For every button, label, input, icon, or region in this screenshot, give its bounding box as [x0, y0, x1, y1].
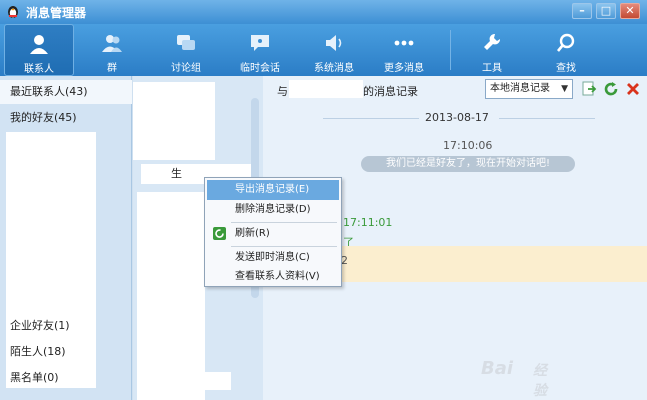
tool-tools[interactable]: 工具 — [462, 24, 522, 76]
contact-list-box — [137, 192, 205, 400]
message-time: 17:10:06 — [443, 139, 493, 152]
temp-chat-icon — [251, 35, 269, 51]
close-button[interactable]: ✕ — [620, 3, 640, 19]
highlighted-message: 2 — [323, 246, 647, 282]
maximize-button[interactable]: □ — [596, 3, 616, 19]
group-strangers[interactable]: 陌生人(18) — [0, 340, 132, 364]
contacts-icon — [30, 35, 48, 54]
record-source-select[interactable]: 本地消息记录 ▼ — [485, 79, 573, 99]
search-icon — [556, 33, 575, 52]
menu-view-profile[interactable]: 查看联系人资料(V) — [207, 267, 339, 287]
refresh-icon[interactable] — [603, 81, 619, 97]
tool-contacts[interactable]: 联系人 — [4, 24, 74, 76]
group-business-friends[interactable]: 企业好友(1) — [0, 314, 132, 338]
group-blacklist[interactable]: 黑名单(0) — [0, 366, 132, 390]
menu-separator — [231, 222, 337, 223]
contact-list-box-small — [203, 372, 231, 390]
tool-groups[interactable]: 群 — [82, 24, 142, 76]
date-divider: 2013-08-17 — [263, 110, 647, 126]
tool-more-messages[interactable]: 更多消息 — [374, 24, 434, 76]
tool-search[interactable]: 查找 — [536, 24, 596, 76]
message-fragment-2: 2 — [341, 254, 348, 267]
contact-group-list: 最近联系人(43) 我的好友(45) 企业好友(1) 陌生人(18) 黑名单(0… — [0, 76, 132, 400]
menu-refresh[interactable]: 刷新(R) — [207, 224, 339, 244]
system-message-icon — [326, 35, 342, 51]
tool-discussions[interactable]: 讨论组 — [156, 24, 216, 76]
system-message: 我们已经是好友了，现在开始对话吧! — [361, 156, 575, 172]
watermark: Bai 经验 — [481, 358, 547, 399]
with-label: 与 — [277, 85, 288, 98]
penguin-logo-icon — [8, 6, 18, 18]
menu-delete-records[interactable]: 删除消息记录(D) — [207, 200, 339, 220]
contact-name-box — [289, 80, 363, 98]
discussion-icon — [177, 35, 195, 50]
contact-avatar-area — [133, 82, 215, 160]
main-toolbar: 联系人 群 讨论组 临时会话 系统消息 更多消息 工具 查找 — [0, 24, 647, 76]
context-menu: 导出消息记录(E) 删除消息记录(D) 刷新(R) 发送即时消息(C) 查看联系… — [204, 177, 342, 287]
menu-separator — [231, 246, 337, 247]
wrench-icon — [484, 33, 501, 50]
dropdown-arrow-icon: ▼ — [561, 84, 568, 94]
message-record-header: 与 的消息记录 本地消息记录 ▼ — [263, 76, 647, 104]
delete-icon[interactable] — [625, 81, 641, 97]
title-bar: 消息管理器 – □ ✕ — [0, 0, 647, 24]
menu-send-message[interactable]: 发送即时消息(C) — [207, 248, 339, 268]
tool-system-messages[interactable]: 系统消息 — [304, 24, 364, 76]
group-icon — [102, 35, 122, 52]
tool-temp-chats[interactable]: 临时会话 — [230, 24, 290, 76]
date-label: 2013-08-17 — [425, 111, 489, 124]
minimize-button[interactable]: – — [572, 3, 592, 19]
export-icon[interactable] — [581, 81, 597, 97]
menu-export-records[interactable]: 导出消息记录(E) — [207, 180, 339, 200]
message-time-2: 17:11:01 — [343, 216, 393, 229]
group-my-friends[interactable]: 我的好友(45) — [0, 106, 132, 130]
more-icon — [394, 40, 414, 46]
toolbar-divider — [450, 30, 451, 70]
group-recent-contacts[interactable]: 最近联系人(43) — [0, 80, 132, 104]
record-label: 的消息记录 — [363, 85, 418, 98]
refresh-icon — [213, 227, 226, 240]
window-title: 消息管理器 — [26, 6, 87, 20]
